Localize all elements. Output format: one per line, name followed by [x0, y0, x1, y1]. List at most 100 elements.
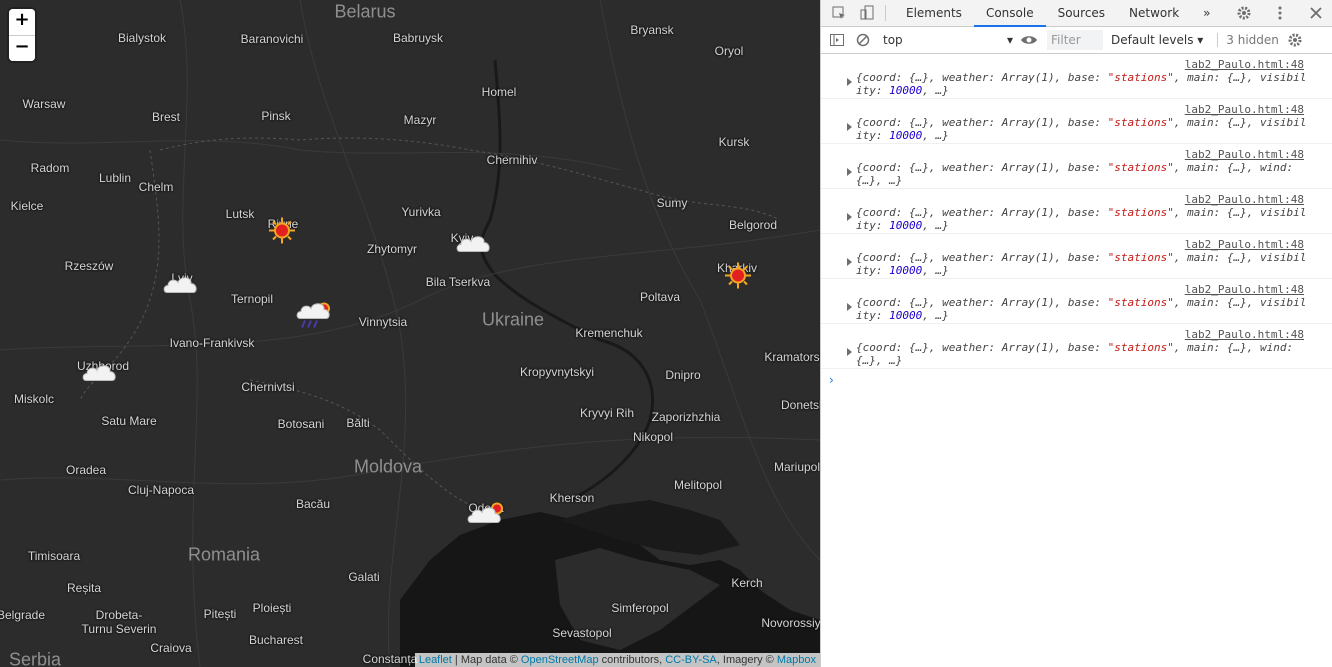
source-link[interactable]: lab2_Paulo.html:48 — [1185, 103, 1304, 116]
cloud-icon[interactable] — [163, 273, 199, 300]
city-label: Romania — [187, 544, 261, 565]
city-label: Pinsk — [261, 109, 291, 123]
msg-text: , main: {…}, — [1173, 206, 1260, 219]
ccbysa-link[interactable]: CC-BY-SA — [665, 654, 717, 666]
msg-text: , …} — [922, 219, 949, 232]
expand-arrow-icon[interactable] — [847, 303, 852, 311]
zoom-out-button[interactable]: − — [9, 35, 35, 61]
expand-arrow-icon[interactable] — [847, 258, 852, 266]
expand-arrow-icon[interactable] — [847, 168, 852, 176]
expand-arrow-icon[interactable] — [847, 123, 852, 131]
city-label: Chernihiv — [486, 153, 538, 167]
source-link[interactable]: lab2_Paulo.html:48 — [1185, 148, 1304, 161]
attribution-text: contributors, — [598, 654, 666, 666]
inspect-icon[interactable] — [829, 3, 849, 23]
city-label: Nikopol — [632, 430, 674, 444]
filter-input[interactable]: Filter — [1047, 30, 1103, 50]
console-message[interactable]: lab2_Paulo.html:48 {coord: {…}, weather: … — [821, 144, 1332, 189]
city-label: Mazyr — [403, 113, 437, 127]
zoom-control: + − — [9, 9, 35, 61]
city-label: Simferopol — [611, 601, 669, 615]
city-label: Ternopil — [230, 292, 274, 306]
sun-icon[interactable] — [724, 262, 752, 295]
city-label: Donetsk — [780, 398, 820, 412]
city-label: Kryvyi Rih — [579, 406, 635, 420]
city-label: Timisoara — [27, 549, 81, 563]
more-tabs-button[interactable]: » — [1191, 0, 1222, 27]
leaflet-link[interactable]: Leaflet — [419, 654, 452, 666]
console-message[interactable]: lab2_Paulo.html:48 {coord: {…}, weather: … — [821, 279, 1332, 324]
city-label: Bălti — [346, 416, 370, 430]
gear-icon[interactable] — [1234, 3, 1254, 23]
source-link[interactable]: lab2_Paulo.html:48 — [1185, 328, 1304, 341]
city-label: Melitopol — [673, 478, 723, 492]
city-label: Sevastopol — [552, 626, 612, 640]
msg-number: 10000 — [889, 264, 923, 277]
message-text: {coord: {…}, weather: Array(1), base: "s… — [856, 251, 1311, 277]
sidebar-toggle-icon[interactable] — [827, 30, 847, 50]
tab-sources[interactable]: Sources — [1046, 0, 1117, 27]
city-label: Chelm — [138, 180, 174, 194]
expand-arrow-icon[interactable] — [847, 348, 852, 356]
city-label: Oradea — [65, 463, 107, 477]
clear-console-icon[interactable] — [853, 30, 873, 50]
map-background — [0, 0, 820, 667]
msg-text: {coord: {…}, weather: Array(1), base: — [856, 116, 1108, 129]
city-label: Babruysk — [392, 31, 444, 45]
mapbox-link[interactable]: Mapbox — [777, 654, 816, 666]
eye-icon[interactable] — [1019, 30, 1039, 50]
city-label: Rzeszów — [64, 259, 114, 273]
city-label: Chernivtsi — [241, 380, 295, 394]
attribution-text: | Map data © — [451, 654, 521, 666]
map-view[interactable]: + − Belarus Bialystok Baranovichi Babruysk B… — [0, 0, 820, 667]
tab-elements[interactable]: Elements — [894, 0, 974, 27]
console-prompt[interactable]: › — [821, 369, 1332, 387]
console-message[interactable]: lab2_Paulo.html:48 {coord: {…}, weather: … — [821, 189, 1332, 234]
msg-number: 10000 — [889, 219, 923, 232]
city-label: Bucharest — [248, 633, 304, 647]
zoom-in-button[interactable]: + — [9, 9, 35, 35]
levels-dropdown[interactable]: Default levels ▾ — [1111, 33, 1203, 47]
kebab-menu-icon[interactable] — [1270, 3, 1290, 23]
tab-network[interactable]: Network — [1117, 0, 1191, 27]
console-settings-gear-icon[interactable] — [1285, 30, 1305, 50]
source-link[interactable]: lab2_Paulo.html:48 — [1185, 238, 1304, 251]
city-label: Oryol — [714, 44, 744, 58]
msg-text: , …} — [922, 129, 949, 142]
console-message[interactable]: lab2_Paulo.html:48 {coord: {…}, weather: … — [821, 54, 1332, 99]
msg-number: 10000 — [889, 309, 923, 322]
msg-text: {coord: {…}, weather: Array(1), base: — [856, 161, 1108, 174]
console-message[interactable]: lab2_Paulo.html:48 {coord: {…}, weather: … — [821, 324, 1332, 369]
expand-arrow-icon[interactable] — [847, 213, 852, 221]
city-label: Kherson — [549, 491, 595, 505]
city-label: Baranovichi — [240, 32, 304, 46]
msg-text: , main: {…}, — [1173, 251, 1260, 264]
close-icon[interactable] — [1306, 3, 1326, 23]
city-label: Serbia — [8, 649, 62, 667]
city-label: Bila Tserkva — [425, 275, 491, 289]
tab-console[interactable]: Console — [973, 0, 1046, 27]
msg-text: , …} — [922, 309, 949, 322]
sun-icon[interactable] — [268, 217, 296, 250]
cloud-icon[interactable] — [456, 232, 492, 259]
device-toolbar-icon[interactable] — [857, 3, 877, 23]
expand-arrow-icon[interactable] — [847, 78, 852, 86]
console-message[interactable]: lab2_Paulo.html:48 {coord: {…}, weather: … — [821, 234, 1332, 279]
msg-string: "stations" — [1107, 296, 1174, 309]
source-link[interactable]: lab2_Paulo.html:48 — [1185, 283, 1304, 296]
console-message[interactable]: lab2_Paulo.html:48 {coord: {…}, weather: … — [821, 99, 1332, 144]
partly-cloudy-icon[interactable] — [467, 500, 507, 531]
message-text: {coord: {…}, weather: Array(1), base: "s… — [856, 341, 1311, 367]
city-label: Bryansk — [630, 23, 674, 37]
divider — [885, 5, 886, 21]
source-link[interactable]: lab2_Paulo.html:48 — [1185, 193, 1304, 206]
city-label: Dnipro — [665, 368, 701, 382]
cloud-icon[interactable] — [82, 361, 118, 388]
source-link[interactable]: lab2_Paulo.html:48 — [1185, 58, 1304, 71]
osm-link[interactable]: OpenStreetMap — [521, 654, 599, 666]
context-selector[interactable]: top ▾ — [883, 33, 1013, 47]
rain-icon[interactable] — [296, 301, 334, 336]
city-label: Belgrade — [0, 608, 46, 622]
msg-string: "stations" — [1107, 116, 1174, 129]
city-label: Kramatorsk — [764, 350, 820, 364]
